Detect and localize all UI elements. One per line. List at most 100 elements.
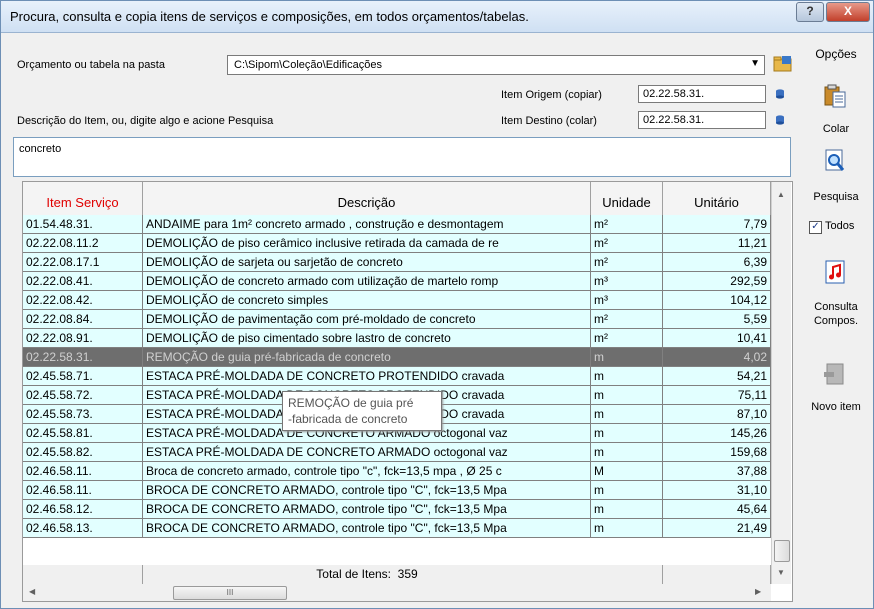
search-button[interactable]: Pesquisa — [799, 191, 873, 203]
cell-unit[interactable]: m² — [591, 234, 663, 253]
cell-desc[interactable]: REMOÇÃO de guia pré-fabricada de concret… — [143, 348, 591, 367]
cell-item[interactable]: 02.22.08.11.2 — [23, 234, 143, 253]
cell-desc[interactable]: DEMOLIÇÃO de concreto simples — [143, 291, 591, 310]
cell-item[interactable]: 01.54.48.31. — [23, 215, 143, 234]
cell-price[interactable]: 5,59 — [663, 310, 771, 329]
cell-unit[interactable]: m² — [591, 215, 663, 234]
cell-price[interactable]: 145,26 — [663, 424, 771, 443]
cell-item[interactable]: 02.22.08.17.1 — [23, 253, 143, 272]
column-header-unit[interactable]: Unidade — [591, 182, 663, 215]
close-button[interactable]: X — [826, 2, 870, 22]
cell-desc[interactable]: DEMOLIÇÃO de sarjeta ou sarjetão de conc… — [143, 253, 591, 272]
cell-unit[interactable]: m — [591, 367, 663, 386]
cell-price[interactable]: 37,88 — [663, 462, 771, 481]
cell-price[interactable]: 6,39 — [663, 253, 771, 272]
cell-unit[interactable]: m — [591, 500, 663, 519]
vertical-scroll-thumb[interactable] — [774, 540, 790, 562]
table-row[interactable]: 02.46.58.11. BROCA DE CONCRETO ARMADO, co… — [23, 481, 771, 500]
cell-price[interactable]: 104,12 — [663, 291, 771, 310]
cell-desc[interactable]: DEMOLIÇÃO de piso cimentado sobre lastro… — [143, 329, 591, 348]
cell-price[interactable]: 4,02 — [663, 348, 771, 367]
table-row[interactable]: 02.46.58.13. BROCA DE CONCRETO ARMADO, co… — [23, 519, 771, 538]
horizontal-scroll-thumb[interactable]: III — [173, 586, 287, 600]
cell-price[interactable]: 11,21 — [663, 234, 771, 253]
paste-icon[interactable] — [823, 83, 847, 109]
table-row[interactable]: 02.22.08.42. DEMOLIÇÃO de concreto simple… — [23, 291, 771, 310]
table-row[interactable]: 02.22.58.31. REMOÇÃO de guia pré-fabricad… — [23, 348, 771, 367]
cell-desc[interactable]: BROCA DE CONCRETO ARMADO, controle tipo … — [143, 500, 591, 519]
consult-compositions-label-1[interactable]: Consulta — [799, 301, 873, 313]
scroll-up-icon[interactable]: ▲ — [777, 190, 785, 199]
table-row[interactable]: 02.46.58.11. Broca de concreto armado, co… — [23, 462, 771, 481]
cell-item[interactable]: 02.45.58.73. — [23, 405, 143, 424]
cell-unit[interactable]: m³ — [591, 272, 663, 291]
vertical-scrollbar[interactable]: ▲ ▼ — [771, 182, 791, 584]
cell-unit[interactable]: M — [591, 462, 663, 481]
cell-unit[interactable]: m — [591, 424, 663, 443]
paste-button[interactable]: Colar — [799, 123, 873, 135]
cell-unit[interactable]: m — [591, 348, 663, 367]
column-header-description[interactable]: Descrição — [143, 182, 591, 215]
cell-desc[interactable]: DEMOLIÇÃO de piso cerâmico inclusive ret… — [143, 234, 591, 253]
cell-item[interactable]: 02.22.58.31. — [23, 348, 143, 367]
table-row[interactable]: 01.54.48.31. ANDAIME para 1m² concreto ar… — [23, 215, 771, 234]
cell-unit[interactable]: m — [591, 443, 663, 462]
search-input[interactable]: concreto — [13, 137, 791, 177]
cell-item[interactable]: 02.46.58.12. — [23, 500, 143, 519]
folder-icon[interactable] — [773, 55, 793, 73]
cell-price[interactable]: 87,10 — [663, 405, 771, 424]
cell-unit[interactable]: m — [591, 405, 663, 424]
cell-price[interactable]: 159,68 — [663, 443, 771, 462]
cell-unit[interactable]: m — [591, 481, 663, 500]
cell-price[interactable]: 54,21 — [663, 367, 771, 386]
cell-unit[interactable]: m — [591, 386, 663, 405]
cell-item[interactable]: 02.46.58.13. — [23, 519, 143, 538]
cell-item[interactable]: 02.45.58.81. — [23, 424, 143, 443]
destination-field[interactable]: 02.22.58.31. — [638, 111, 766, 129]
cell-price[interactable]: 21,49 — [663, 519, 771, 538]
table-row[interactable]: 02.46.58.12. BROCA DE CONCRETO ARMADO, co… — [23, 500, 771, 519]
help-button[interactable]: ? — [796, 2, 824, 22]
database-icon[interactable] — [775, 89, 785, 99]
new-item-button[interactable]: Novo item — [799, 401, 873, 413]
cell-price[interactable]: 292,59 — [663, 272, 771, 291]
cell-item[interactable]: 02.46.58.11. — [23, 462, 143, 481]
cell-unit[interactable]: m² — [591, 310, 663, 329]
cell-desc[interactable]: Broca de concreto armado, controle tipo … — [143, 462, 591, 481]
cell-price[interactable]: 7,79 — [663, 215, 771, 234]
table-row[interactable]: 02.45.58.71. ESTACA PRÉ-MOLDADA DE CONCRE… — [23, 367, 771, 386]
chevron-down-icon[interactable]: ▼ — [750, 58, 760, 69]
cell-price[interactable]: 45,64 — [663, 500, 771, 519]
cell-desc[interactable]: DEMOLIÇÃO de concreto armado com utiliza… — [143, 272, 591, 291]
cell-desc[interactable]: ANDAIME para 1m² concreto armado , const… — [143, 215, 591, 234]
cell-desc[interactable]: BROCA DE CONCRETO ARMADO, controle tipo … — [143, 481, 591, 500]
cell-desc[interactable]: ESTACA PRÉ-MOLDADA DE CONCRETO PROTENDID… — [143, 367, 591, 386]
table-row[interactable]: 02.22.08.84. DEMOLIÇÃO de pavimentação co… — [23, 310, 771, 329]
search-document-icon[interactable] — [823, 148, 847, 174]
table-row[interactable]: 02.22.08.11.2 DEMOLIÇÃO de piso cerâmico … — [23, 234, 771, 253]
cell-desc[interactable]: BROCA DE CONCRETO ARMADO, controle tipo … — [143, 519, 591, 538]
cell-price[interactable]: 10,41 — [663, 329, 771, 348]
table-row[interactable]: 02.22.08.91. DEMOLIÇÃO de piso cimentado … — [23, 329, 771, 348]
cell-item[interactable]: 02.22.08.91. — [23, 329, 143, 348]
column-header-item[interactable]: Item Serviço — [23, 182, 143, 215]
horizontal-scrollbar[interactable]: ◀ III ▶ — [23, 584, 771, 601]
scroll-down-icon[interactable]: ▼ — [777, 568, 785, 577]
all-checkbox-label[interactable]: Todos — [825, 220, 854, 232]
cell-item[interactable]: 02.46.58.11. — [23, 481, 143, 500]
cell-item[interactable]: 02.22.08.42. — [23, 291, 143, 310]
scroll-left-icon[interactable]: ◀ — [29, 587, 35, 596]
composition-music-icon[interactable] — [823, 259, 847, 285]
table-row[interactable]: 02.45.58.82. ESTACA PRÉ-MOLDADA DE CONCRE… — [23, 443, 771, 462]
cell-unit[interactable]: m² — [591, 329, 663, 348]
origin-field[interactable]: 02.22.58.31. — [638, 85, 766, 103]
folder-select[interactable]: C:\Sipom\Coleção\Edificações ▼ — [227, 55, 765, 75]
cell-item[interactable]: 02.22.08.84. — [23, 310, 143, 329]
new-item-icon[interactable] — [823, 361, 847, 387]
consult-compositions-label-2[interactable]: Compos. — [799, 315, 873, 327]
cell-item[interactable]: 02.22.08.41. — [23, 272, 143, 291]
cell-unit[interactable]: m — [591, 519, 663, 538]
cell-price[interactable]: 75,11 — [663, 386, 771, 405]
scroll-right-icon[interactable]: ▶ — [755, 587, 761, 596]
database-icon[interactable] — [775, 115, 785, 125]
